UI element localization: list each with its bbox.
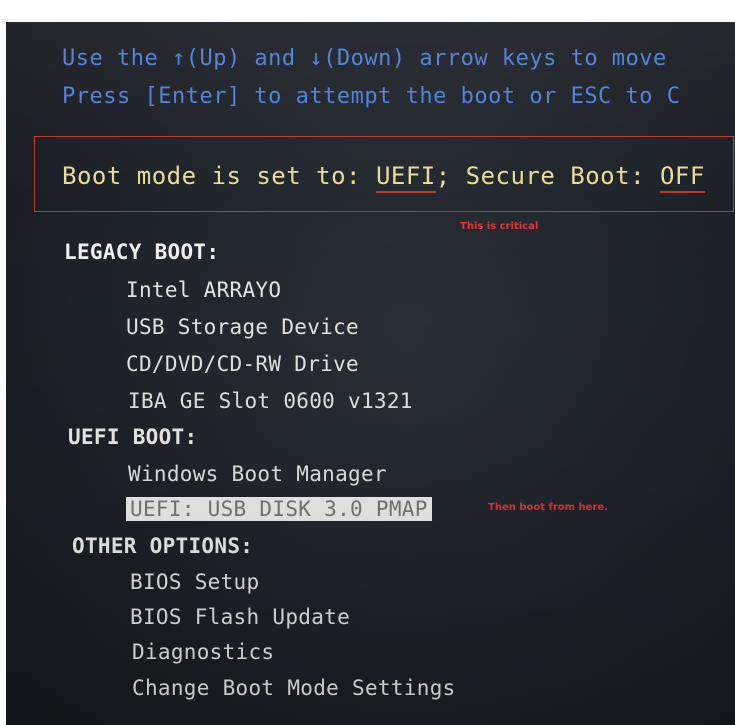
section-uefi-boot: UEFI BOOT: (68, 425, 198, 449)
secure-boot-label: ; Secure Boot: (435, 162, 660, 190)
menu-item-cd-dvd-drive[interactable]: CD/DVD/CD-RW Drive (126, 352, 359, 376)
secure-boot-value: OFF (659, 162, 705, 193)
boot-mode-prefix: Boot mode is set to: (62, 162, 376, 190)
annotation-critical: This is critical (460, 221, 539, 232)
menu-item-diagnostics[interactable]: Diagnostics (132, 640, 274, 664)
enter-hint: Press [Enter] to attempt the boot or ESC… (62, 84, 681, 109)
screen-glare (6, 22, 735, 725)
menu-item-usb-storage[interactable]: USB Storage Device (126, 315, 359, 339)
menu-item-windows-boot-manager[interactable]: Windows Boot Manager (128, 462, 387, 486)
annotation-boot-here: Then boot from here. (488, 502, 608, 513)
boot-mode-status: Boot mode is set to: UEFI; Secure Boot: … (62, 162, 705, 193)
section-other-options: OTHER OPTIONS: (72, 534, 254, 558)
menu-item-iba-ge-slot[interactable]: IBA GE Slot 0600 v1321 (128, 389, 413, 413)
menu-item-change-boot-mode[interactable]: Change Boot Mode Settings (132, 676, 456, 700)
photo: Use the ↑(Up) and ↓(Down) arrow keys to … (0, 0, 735, 725)
menu-item-intel-arrayo[interactable]: Intel ARRAYO (126, 278, 281, 302)
menu-item-bios-flash-update[interactable]: BIOS Flash Update (130, 605, 350, 629)
section-legacy-boot: LEGACY BOOT: (64, 240, 220, 264)
menu-item-bios-setup[interactable]: BIOS Setup (130, 570, 259, 594)
boot-mode-value: UEFI (375, 162, 436, 193)
navigation-hint: Use the ↑(Up) and ↓(Down) arrow keys to … (62, 46, 667, 71)
boot-menu-screen: Use the ↑(Up) and ↓(Down) arrow keys to … (6, 22, 735, 725)
menu-item-uefi-usb-disk-selected[interactable]: UEFI: USB DISK 3.0 PMAP (126, 497, 432, 521)
